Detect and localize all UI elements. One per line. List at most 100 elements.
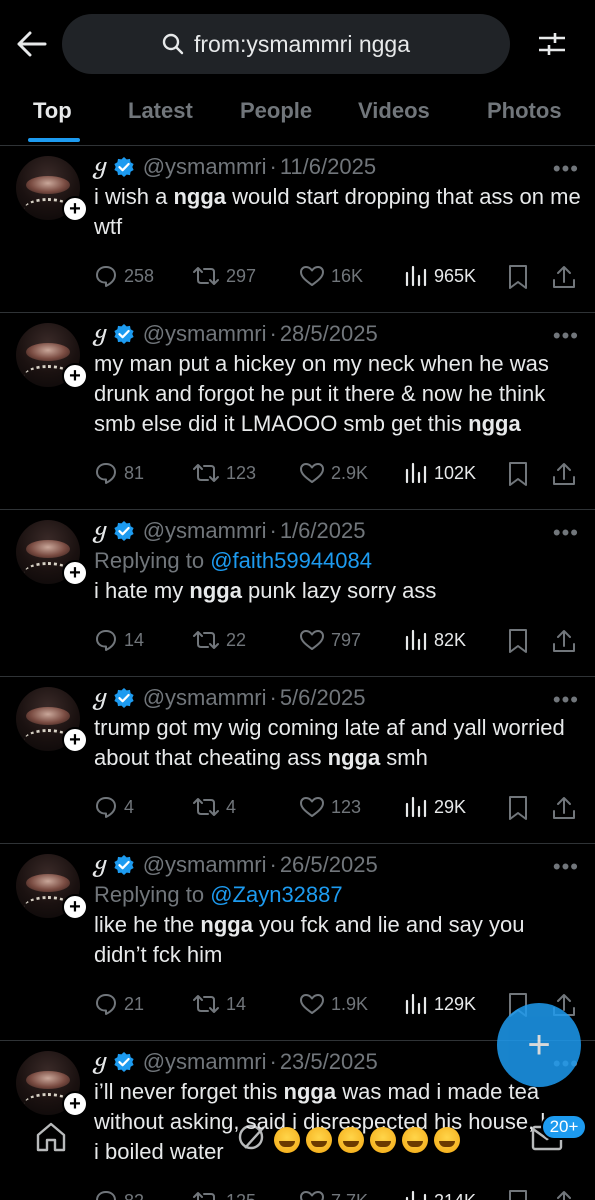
tweet[interactable]: + ••• ყ @ysmammri · 1/6/2025 Replying to… — [0, 510, 595, 677]
tweet[interactable]: + ••• ყ @ysmammri · 11/6/2025 i wish a n… — [0, 146, 595, 313]
highlighted-search-term: ngga — [173, 184, 227, 209]
bookmark-button[interactable] — [507, 628, 529, 654]
more-options-icon[interactable]: ••• — [553, 520, 579, 546]
tweet-date[interactable]: 26/5/2025 — [280, 852, 378, 878]
more-options-icon[interactable]: ••• — [553, 687, 579, 713]
handle[interactable]: @ysmammri — [143, 1049, 267, 1075]
tweet-date[interactable]: 11/6/2025 — [280, 154, 376, 180]
more-options-icon[interactable]: ••• — [553, 323, 579, 349]
tweet-body: ყ @ysmammri · 1/6/2025 Replying to @fait… — [94, 510, 595, 676]
follow-plus-button[interactable]: + — [62, 363, 88, 389]
tweet-date[interactable]: 1/6/2025 — [280, 518, 366, 544]
bookmark-icon — [509, 796, 527, 820]
view-count: 965K — [434, 265, 477, 286]
search-input[interactable]: from:ysmammri ngga — [62, 14, 510, 74]
share-button[interactable] — [552, 628, 576, 654]
retweet-button[interactable]: 22 — [192, 628, 246, 652]
share-button[interactable] — [552, 1189, 576, 1200]
tweet[interactable]: + ••• ყ @ysmammri · 28/5/2025 my man put… — [0, 313, 595, 510]
display-name[interactable]: ყ — [94, 322, 107, 347]
search-tabs: Top Latest People Videos Photos — [0, 86, 595, 146]
retweet-icon — [193, 464, 219, 482]
handle[interactable]: @ysmammri — [143, 852, 267, 878]
back-button[interactable] — [14, 26, 50, 62]
bookmark-icon — [509, 462, 527, 486]
mention-link[interactable]: @faith59944084 — [210, 548, 372, 573]
bookmark-button[interactable] — [507, 795, 529, 821]
search-settings-button[interactable] — [532, 26, 572, 62]
handle[interactable]: @ysmammri — [143, 154, 267, 180]
views-button[interactable]: 965K — [404, 264, 476, 288]
views-button[interactable]: 214K — [404, 1189, 476, 1200]
like-button[interactable]: 7.7K — [299, 1189, 368, 1200]
back-arrow-icon — [17, 31, 47, 57]
retweet-button[interactable]: 123 — [192, 461, 256, 485]
bookmark-icon — [509, 265, 527, 289]
retweet-button[interactable]: 125 — [192, 1189, 256, 1200]
handle[interactable]: @ysmammri — [143, 321, 267, 347]
tweet[interactable]: + ••• ყ @ysmammri · 26/5/2025 Replying t… — [0, 844, 595, 1041]
mention-link[interactable]: @Zayn32887 — [210, 882, 342, 907]
more-options-icon[interactable]: ••• — [553, 854, 579, 880]
verified-badge-icon — [113, 156, 135, 178]
retweet-icon — [193, 631, 219, 649]
handle[interactable]: @ysmammri — [143, 518, 267, 544]
views-button[interactable]: 129K — [404, 992, 476, 1016]
bookmark-button[interactable] — [507, 264, 529, 290]
tab-top[interactable]: Top — [33, 98, 72, 124]
tweet-header: ყ @ysmammri · 11/6/2025 — [94, 152, 581, 182]
reply-count: 82 — [124, 1191, 144, 1200]
replying-to-label: Replying to — [94, 548, 205, 573]
active-tab-indicator — [28, 138, 80, 142]
views-button[interactable]: 102K — [404, 461, 476, 485]
views-button[interactable]: 82K — [404, 628, 466, 652]
reply-button[interactable]: 14 — [94, 628, 144, 652]
retweet-button[interactable]: 14 — [192, 992, 246, 1016]
more-options-icon[interactable]: ••• — [553, 156, 579, 182]
like-button[interactable]: 1.9K — [299, 992, 368, 1016]
reply-button[interactable]: 82 — [94, 1189, 144, 1200]
display-name[interactable]: ყ — [94, 686, 107, 711]
like-button[interactable]: 123 — [299, 795, 361, 819]
bookmark-button[interactable] — [507, 1189, 529, 1200]
tweet-date[interactable]: 23/5/2025 — [280, 1049, 378, 1075]
reply-button[interactable]: 258 — [94, 264, 154, 288]
follow-plus-button[interactable]: + — [62, 560, 88, 586]
reply-button[interactable]: 21 — [94, 992, 144, 1016]
retweet-count: 14 — [226, 993, 247, 1014]
display-name[interactable]: ყ — [94, 853, 107, 878]
reply-icon — [96, 994, 116, 1015]
follow-plus-button[interactable]: + — [62, 727, 88, 753]
follow-plus-button[interactable]: + — [62, 196, 88, 222]
compose-button[interactable]: + — [497, 1003, 581, 1087]
view-count: 214K — [434, 1191, 476, 1200]
tab-photos[interactable]: Photos — [487, 98, 562, 124]
share-button[interactable] — [552, 795, 576, 821]
tweet[interactable]: + ••• ყ @ysmammri · 5/6/2025 trump got m… — [0, 677, 595, 844]
bookmark-button[interactable] — [507, 461, 529, 487]
tab-videos[interactable]: Videos — [358, 98, 430, 124]
retweet-button[interactable]: 4 — [192, 795, 236, 819]
follow-plus-button[interactable]: + — [62, 894, 88, 920]
views-button[interactable]: 29K — [404, 795, 466, 819]
share-button[interactable] — [552, 461, 576, 487]
search-header: from:ysmammri ngga Top Latest People Vid… — [0, 0, 595, 146]
tweet-date[interactable]: 28/5/2025 — [280, 321, 378, 347]
share-button[interactable] — [552, 264, 576, 290]
like-button[interactable]: 2.9K — [299, 461, 368, 485]
reply-button[interactable]: 81 — [94, 461, 144, 485]
nav-grok[interactable] — [235, 1120, 269, 1159]
display-name[interactable]: ყ — [94, 155, 107, 180]
nav-home[interactable] — [34, 1120, 68, 1159]
tweet-date[interactable]: 5/6/2025 — [280, 685, 366, 711]
like-button[interactable]: 797 — [299, 628, 361, 652]
retweet-button[interactable]: 297 — [192, 264, 256, 288]
handle[interactable]: @ysmammri — [143, 685, 267, 711]
display-name[interactable]: ყ — [94, 519, 107, 544]
display-name[interactable]: ყ — [94, 1050, 107, 1075]
reply-button[interactable]: 4 — [94, 795, 134, 819]
tab-people[interactable]: People — [240, 98, 312, 124]
separator-dot: · — [269, 154, 277, 179]
tab-latest[interactable]: Latest — [128, 98, 193, 124]
like-button[interactable]: 16K — [299, 264, 363, 288]
